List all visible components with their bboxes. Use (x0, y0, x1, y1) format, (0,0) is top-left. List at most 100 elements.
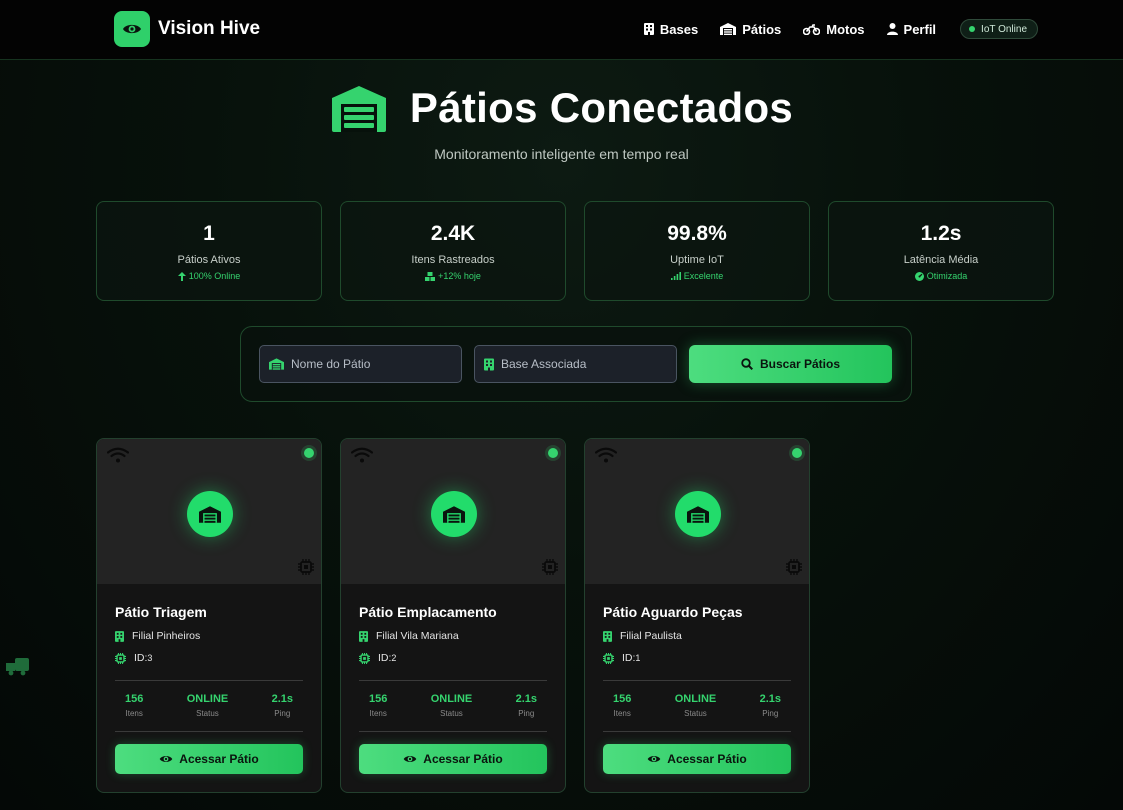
card-id-value: 3 (147, 653, 153, 663)
nav-item-label: Pátios (742, 21, 782, 37)
motorcycle-icon (803, 23, 821, 35)
stat-card-itens-rastreados: 2.4K Itens Rastreados +12% hoje (340, 201, 566, 301)
card-metrics: 156 Itens ONLINE Status 2.1s Ping (359, 680, 547, 732)
card-base: Filial Paulista (603, 630, 793, 642)
patio-name-input[interactable] (291, 357, 451, 371)
stat-note-text: Otimizada (926, 271, 968, 281)
wifi-icon (351, 447, 373, 463)
warehouse-icon (675, 491, 721, 537)
metric-value: 2.1s (515, 693, 537, 705)
access-patio-label: Acessar Pátio (667, 752, 747, 766)
card-media (341, 439, 565, 584)
signal-icon (670, 272, 681, 280)
metric-value: 156 (125, 693, 144, 705)
access-patio-button[interactable]: Acessar Pátio (603, 744, 791, 774)
stat-note: Excelente (585, 271, 809, 281)
metric-label: Itens (369, 709, 387, 718)
stat-note-text: +12% hoje (438, 271, 481, 281)
card-title: Pátio Triagem (115, 604, 207, 620)
search-icon (741, 358, 753, 370)
user-icon (886, 23, 898, 35)
stat-note: Otimizada (829, 271, 1053, 281)
eye-icon (647, 756, 661, 762)
brand-link[interactable]: Vision Hive (114, 11, 260, 47)
access-patio-label: Acessar Pátio (423, 752, 503, 766)
card-id-value: 1 (635, 653, 641, 663)
card-body: Pátio Emplacamento Filial Vila Mariana I… (359, 604, 549, 664)
patio-name-field[interactable] (259, 345, 462, 383)
page-subtitle: Monitoramento inteligente em tempo real (434, 146, 689, 162)
metric-value: ONLINE (674, 693, 717, 705)
stat-note-text: 100% Online (188, 271, 241, 281)
metric-label: Status (196, 709, 219, 718)
hero-section: Pátios Conectados Monitoramento intelige… (0, 84, 1123, 162)
chip-icon (115, 652, 126, 664)
chip-icon (603, 652, 614, 664)
online-indicator (548, 448, 558, 458)
metric-value: 156 (613, 693, 632, 705)
card-title: Pátio Aguardo Peças (603, 604, 743, 620)
patio-card: Pátio Triagem Filial Pinheiros ID: 3 156 I… (96, 438, 322, 793)
metric-value: 2.1s (271, 693, 293, 705)
metric-ping: 2.1s Ping (760, 693, 781, 731)
card-id-value: 2 (391, 653, 397, 663)
base-field[interactable] (474, 345, 677, 383)
card-id: ID: 1 (603, 652, 793, 664)
nav-item-label: Perfil (903, 21, 937, 37)
nav-item-label: Bases (659, 21, 699, 37)
eye-icon (159, 756, 173, 762)
stat-card-latencia: 1.2s Latência Média Otimizada (828, 201, 1054, 301)
card-id-label: ID: (134, 652, 148, 664)
base-input[interactable] (501, 357, 661, 371)
search-panel: Buscar Pátios (240, 326, 912, 402)
brand-name: Vision Hive (158, 18, 261, 39)
nav-item-patios[interactable]: Pátios (720, 22, 781, 37)
search-button[interactable]: Buscar Pátios (689, 345, 892, 383)
building-icon (603, 630, 612, 642)
metric-value: ONLINE (186, 693, 229, 705)
chip-icon (542, 559, 558, 575)
building-icon (484, 358, 494, 370)
access-patio-button[interactable]: Acessar Pátio (359, 744, 547, 774)
card-body: Pátio Aguardo Peças Filial Paulista ID: 1 (603, 604, 793, 664)
metric-label: Itens (613, 709, 631, 718)
stat-value: 99.8% (667, 222, 727, 245)
arrow-up-icon (177, 271, 186, 281)
metric-label: Ping (518, 709, 535, 718)
card-base-text: Filial Pinheiros (132, 630, 201, 642)
metric-itens: 156 Itens (125, 693, 143, 731)
stat-note: 100% Online (97, 271, 321, 281)
stat-card-patios-ativos: 1 Pátios Ativos 100% Online (96, 201, 322, 301)
status-dot-icon (969, 26, 976, 32)
card-metrics: 156 Itens ONLINE Status 2.1s Ping (115, 680, 303, 732)
metric-value: 156 (369, 693, 388, 705)
nav-item-motos[interactable]: Motos (803, 22, 865, 37)
metric-ping: 2.1s Ping (272, 693, 293, 731)
card-body: Pátio Triagem Filial Pinheiros ID: 3 (115, 604, 305, 664)
metric-value: ONLINE (430, 693, 473, 705)
card-id-label: ID: (622, 652, 636, 664)
truck-loading-icon (6, 658, 29, 676)
metric-label: Status (684, 709, 707, 718)
stat-card-uptime: 99.8% Uptime IoT Excelente (584, 201, 810, 301)
nav-item-perfil[interactable]: Perfil (886, 21, 937, 37)
building-icon (359, 630, 368, 642)
access-patio-button[interactable]: Acessar Pátio (115, 744, 303, 774)
iot-status-badge: IoT Online (960, 19, 1038, 39)
card-id: ID: 2 (359, 652, 549, 664)
stat-label: Latência Média (903, 254, 979, 266)
main-nav: Bases Pátios Motos Perfil IoT Online (622, 19, 1038, 39)
stat-label: Uptime IoT (670, 254, 724, 266)
eye-icon (114, 11, 150, 47)
warehouse-icon (187, 491, 233, 537)
card-id: ID: 3 (115, 652, 305, 664)
wifi-icon (107, 447, 129, 463)
patio-cards-grid: Pátio Triagem Filial Pinheiros ID: 3 156 I… (96, 438, 810, 793)
warehouse-icon (331, 86, 386, 132)
metric-status: ONLINE Status (431, 693, 473, 731)
metric-itens: 156 Itens (613, 693, 631, 731)
nav-item-bases[interactable]: Bases (643, 21, 699, 37)
stat-label: Pátios Ativos (177, 254, 241, 266)
stat-note: +12% hoje (341, 271, 565, 281)
metric-value: 2.1s (759, 693, 781, 705)
